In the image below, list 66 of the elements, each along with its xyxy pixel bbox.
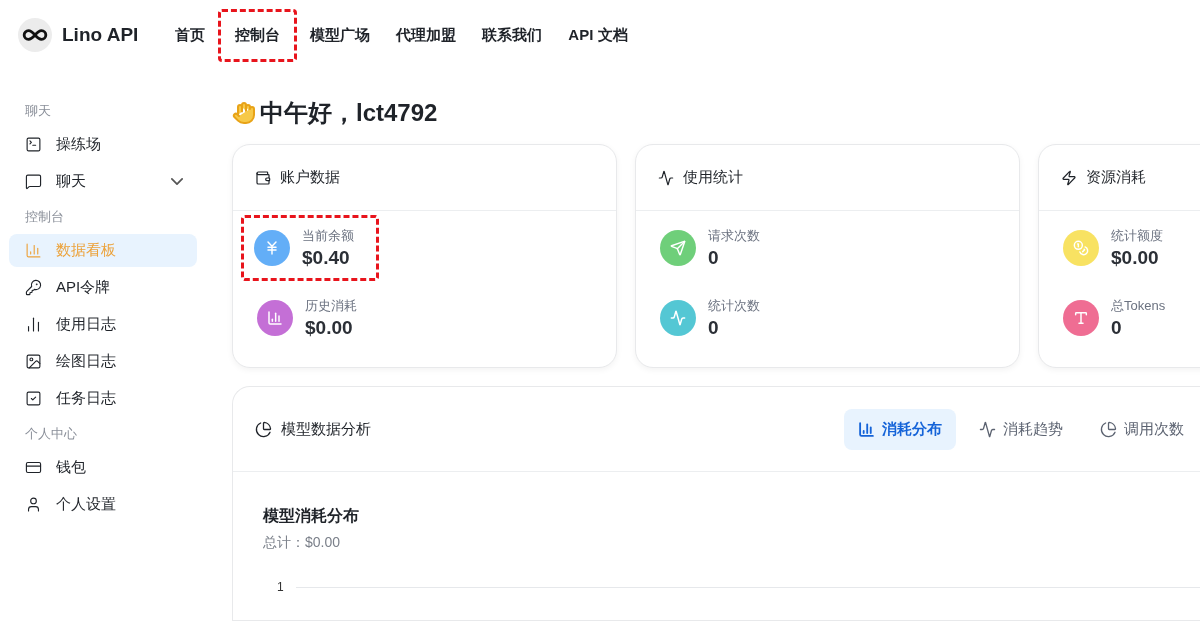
stat-value: 0: [708, 247, 720, 269]
key-icon: [25, 279, 42, 296]
pulse-icon: [979, 420, 996, 438]
bar-chart-icon: [25, 242, 42, 259]
greeting-text: 中午好，lct4792: [260, 98, 438, 128]
send-icon: [670, 240, 686, 256]
stat-value: 0: [1111, 317, 1123, 339]
pie-chart-icon: [255, 420, 272, 438]
pie-chart-icon: [1100, 420, 1117, 438]
wallet-icon: [255, 169, 271, 186]
stat-label: 当前余额: [302, 227, 354, 245]
nav-link[interactable]: 代理加盟: [383, 8, 470, 62]
terminal-icon: [25, 136, 42, 153]
stat-label: 总Tokens: [1111, 297, 1166, 315]
chart-total: 总计：$0.00: [263, 534, 342, 552]
chevron-down-icon: [171, 178, 183, 185]
card-title: 使用统计: [683, 168, 743, 187]
sidebar-item[interactable]: 使用日志: [9, 308, 197, 341]
image-icon: [25, 353, 42, 370]
nav-link[interactable]: 首页: [162, 8, 219, 62]
bar-chart-icon: [858, 420, 875, 438]
coin-icon: [1073, 240, 1089, 256]
sidebar-item[interactable]: 任务日志: [9, 382, 197, 415]
sidebar-item[interactable]: 钱包: [9, 451, 197, 484]
pulse-icon: [670, 310, 686, 326]
sidebar-item[interactable]: 个人设置: [9, 488, 197, 521]
stat-value: $0.00: [1111, 247, 1160, 269]
panel-title: 模型数据分析: [281, 419, 372, 439]
section-title: 控制台: [24, 208, 65, 226]
bar-chart-icon: [25, 316, 42, 333]
stat-label: 历史消耗: [305, 297, 357, 315]
checkbox-icon: [25, 390, 42, 407]
stat-value: $0.40: [302, 247, 351, 269]
chart-tab[interactable]: 消耗分布: [844, 408, 956, 450]
chat-bubble-icon: [25, 173, 42, 190]
letter-t-icon: [1073, 310, 1089, 326]
pulse-icon: [658, 169, 674, 186]
stat-value: 0: [708, 317, 720, 339]
stat-label: 统计额度: [1111, 227, 1163, 245]
logo-icon: [18, 18, 52, 52]
yen-icon: [264, 240, 280, 256]
bar-chart-icon: [267, 310, 283, 326]
chart-tab[interactable]: 调用次数: [1086, 408, 1198, 450]
sidebar-item[interactable]: 聊天: [9, 165, 197, 198]
chart-title: 模型消耗分布: [263, 506, 360, 526]
sidebar-item[interactable]: 操练场: [9, 128, 197, 161]
sidebar-item[interactable]: API令牌: [9, 271, 197, 304]
card-title: 账户数据: [280, 168, 340, 187]
nav-link[interactable]: 控制台: [218, 8, 298, 62]
stat-label: 统计次数: [708, 297, 760, 315]
waving-hand-icon: [232, 101, 256, 125]
chart-tab[interactable]: 消耗趋势: [965, 408, 1077, 450]
card-icon: [25, 459, 42, 476]
user-icon: [25, 496, 42, 513]
lightning-icon: [1061, 169, 1077, 186]
nav-link[interactable]: API 文档: [555, 8, 641, 62]
nav-link[interactable]: 联系我们: [469, 8, 556, 62]
nav-link[interactable]: 模型广场: [297, 8, 384, 62]
section-title: 聊天: [24, 102, 52, 120]
stat-value: $0.00: [305, 317, 354, 339]
stat-label: 请求次数: [708, 227, 760, 245]
section-title: 个人中心: [24, 425, 78, 443]
brand-name: Lino API: [62, 24, 139, 46]
card-title: 资源消耗: [1086, 168, 1146, 187]
sidebar-item[interactable]: 绘图日志: [9, 345, 197, 378]
axis-tick-label: 1: [277, 580, 284, 594]
